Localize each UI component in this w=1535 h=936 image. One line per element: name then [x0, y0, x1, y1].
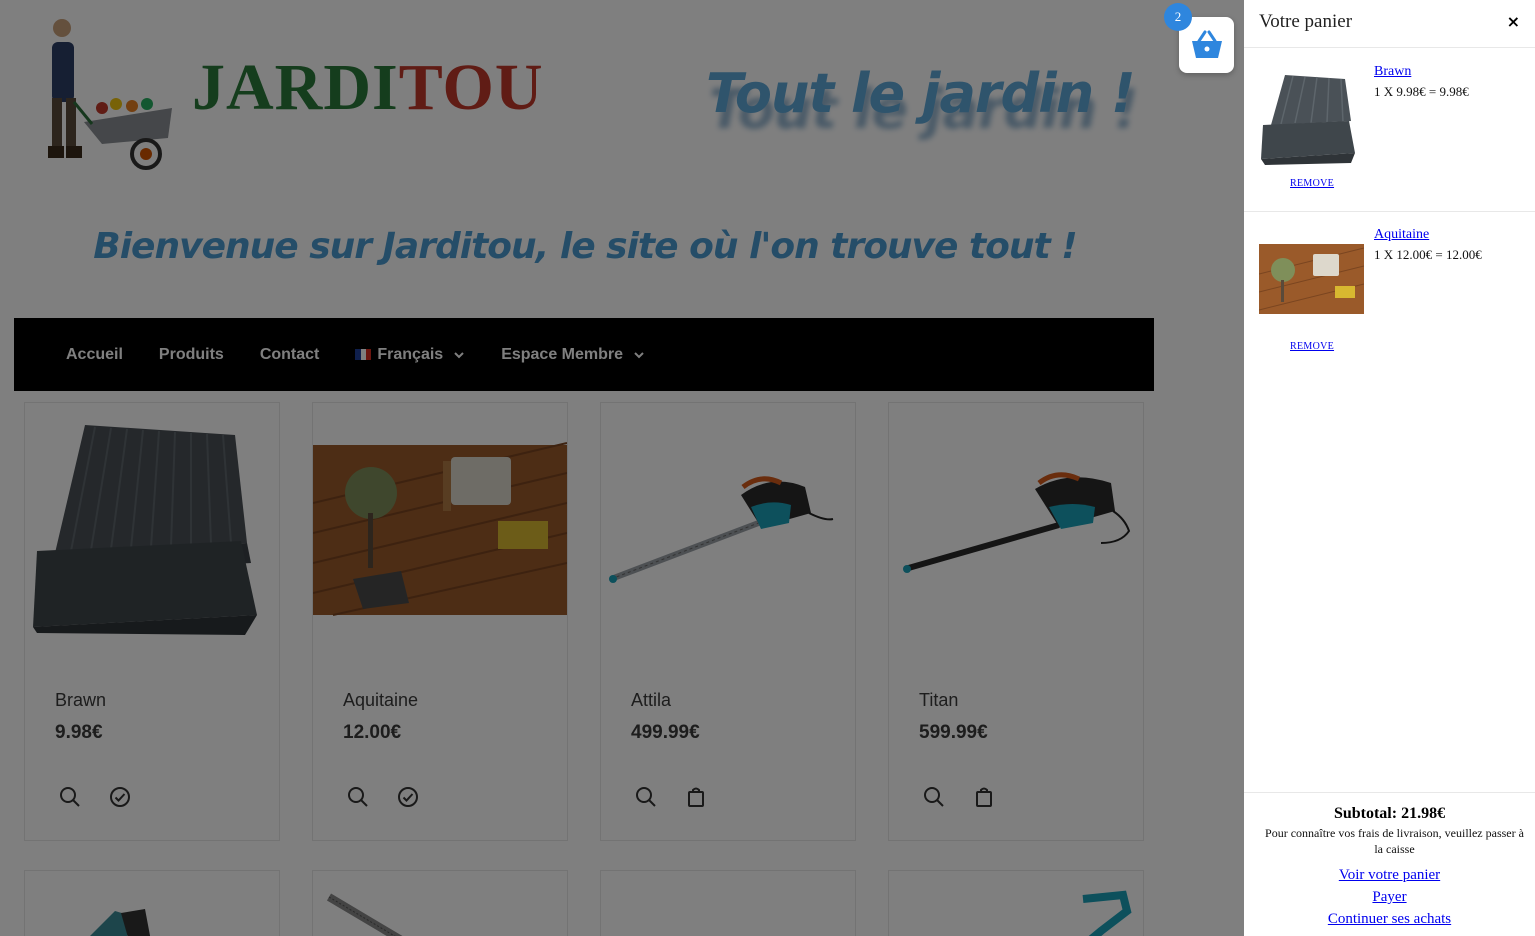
- cart-item: Aquitaine 1 X 12.00€ = 12.00€ REMOVE: [1244, 212, 1535, 362]
- cart-item-line: 1 X 9.98€ = 9.98€: [1374, 84, 1469, 99]
- remove-item-link[interactable]: REMOVE: [1290, 341, 1334, 352]
- cart-item-name[interactable]: Brawn: [1374, 64, 1411, 80]
- cart-header: Votre panier ×: [1244, 0, 1535, 48]
- remove-item-link[interactable]: REMOVE: [1290, 178, 1334, 189]
- close-icon[interactable]: ×: [1507, 12, 1520, 31]
- cart-item-line: 1 X 12.00€ = 12.00€: [1374, 247, 1482, 262]
- cart-footer: Subtotal: 21.98€ Pour connaître vos frai…: [1244, 792, 1535, 936]
- cart-item-name[interactable]: Aquitaine: [1374, 227, 1429, 243]
- cart-item-image: [1259, 244, 1364, 314]
- cart-title: Votre panier: [1259, 11, 1353, 32]
- cart-subtotal: Subtotal: 21.98€: [1333, 805, 1446, 822]
- checkout-link[interactable]: Payer: [1244, 889, 1535, 906]
- cart-panel: Votre panier × Brawn 1 X 9.98€ = 9.98€ R…: [1244, 0, 1535, 936]
- cart-item-image: [1261, 75, 1355, 165]
- view-cart-link[interactable]: Voir votre panier: [1244, 867, 1535, 884]
- cart-count-badge: 2: [1164, 3, 1192, 31]
- shipping-note: Pour connaître vos frais de livraison, v…: [1265, 826, 1524, 856]
- continue-shopping-link[interactable]: Continuer ses achats: [1244, 911, 1535, 928]
- basket-icon: [1191, 30, 1222, 58]
- cart-item: Brawn 1 X 9.98€ = 9.98€ REMOVE: [1244, 49, 1535, 211]
